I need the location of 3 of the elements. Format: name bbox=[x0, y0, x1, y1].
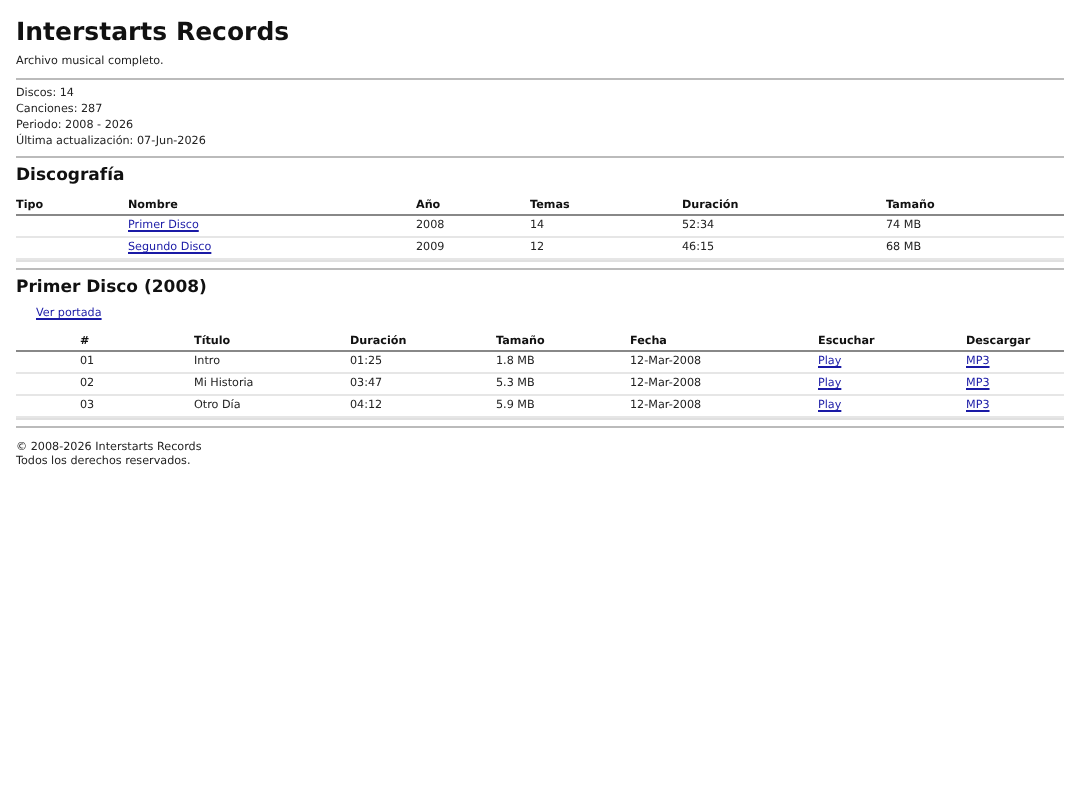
site-title: Interstarts Records bbox=[16, 16, 292, 46]
section-heading: Primer Disco (2008) bbox=[16, 278, 209, 298]
section-heading: Discografía bbox=[16, 166, 127, 186]
